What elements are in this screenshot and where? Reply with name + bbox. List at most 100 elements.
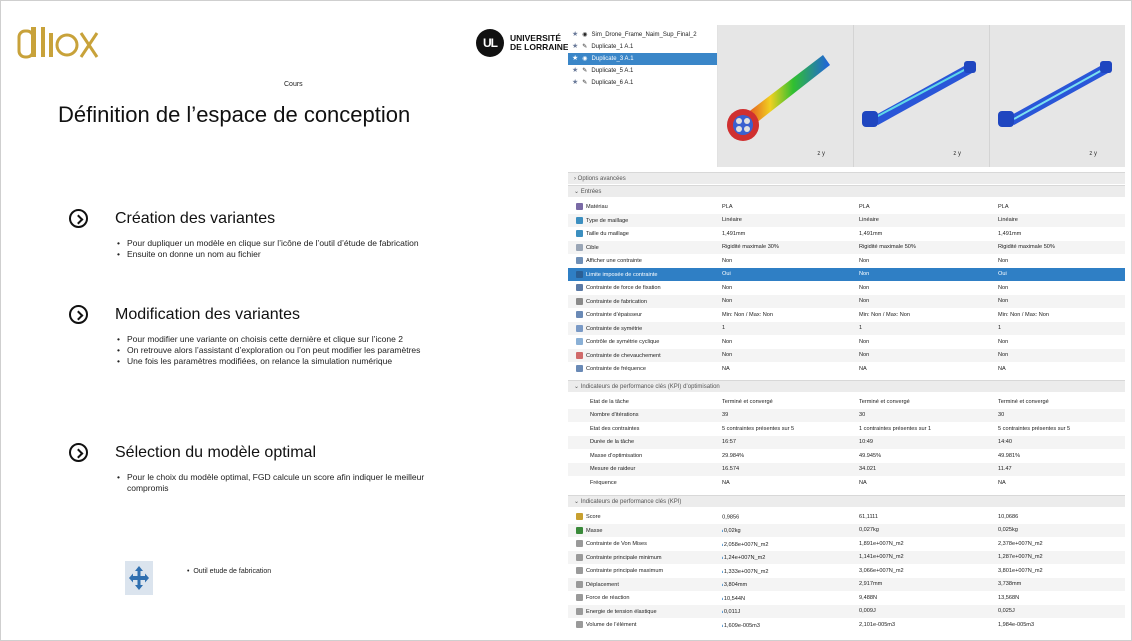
value-cell: 3,738mm [998, 581, 1125, 587]
cell-value: Linéaire [998, 217, 1018, 223]
row-label-cell: Masse d’optimisation [568, 453, 722, 459]
cell-value: Non [722, 352, 733, 358]
entry-row[interactable]: Contrainte de symétrie 1 1 1 [568, 321, 1125, 335]
cell-value: NA [998, 365, 1006, 372]
cell-value: 49.981% [998, 452, 1021, 459]
variant-preview-2[interactable]: z y [854, 25, 990, 167]
kpi-optimisation-bar[interactable]: ⌄ Indicateurs de performance clés (KPI) … [568, 380, 1125, 392]
cell-value: 70,9856 [722, 513, 740, 520]
fgd-comparison-panel: ★ ◉ Sim_Drone_Frame_Naim_Sup_Final_2 ★ ✎ Dup… [568, 25, 1125, 640]
entry-row[interactable]: Contrainte de fabrication Non Non Non [568, 294, 1125, 308]
tree-item-label: Duplicate_3 A.1 [591, 56, 634, 62]
entry-row[interactable]: Contrainte de force de fixation Non Non Non [568, 281, 1125, 294]
tree-item[interactable]: ★ ◉ Sim_Drone_Frame_Naim_Sup_Final_2 [568, 29, 717, 41]
variant-preview-1[interactable]: z y [718, 25, 854, 167]
tree-item[interactable]: ★ ✎ Duplicate_5 A.1 [568, 65, 717, 77]
value-cell: 1 [998, 325, 1125, 331]
kpi-optimisation-row[interactable]: Durée de la tâche 16:57 10:49 14:40 [568, 435, 1125, 449]
cell-value: 61,1111 [859, 513, 878, 520]
row-icon [576, 284, 583, 291]
cell-value: 3,738mm [998, 581, 1022, 587]
row-label-cell: Type de maillage [568, 216, 722, 224]
kpi-row[interactable]: Contrainte de Von Mises ↘2,058e+007N_m21,… [568, 537, 1125, 550]
tool-label: • Outil etude de fabrication [187, 568, 272, 575]
advanced-options-bar[interactable]: › Options avancées [568, 172, 1125, 184]
value-cell: Terminé et convergé [722, 399, 859, 405]
tree-item[interactable]: ★ ✎ Duplicate_6 A.1 [568, 77, 717, 89]
cell-value: 1,491mm [859, 230, 883, 237]
entry-row[interactable]: Matériau PLA PLA PLA [568, 200, 1125, 213]
kpi-optimisation-row[interactable]: Masse d’optimisation 29.984% 49.945% 49.981… [568, 449, 1125, 462]
row-label: Etat de la tâche [590, 398, 629, 405]
kpi-optimisation-row[interactable]: Mesure de raideur 16.574 34.021 11.47 [568, 462, 1125, 476]
cell-value: Rigidité maximale 50% [998, 244, 1055, 250]
kpi-row[interactable]: Contrainte principale maximum ↘1,333e+007… [568, 564, 1125, 577]
kpi-row[interactable]: Contrainte principale minimum ↘1,24e+007N… [568, 550, 1125, 564]
value-cell: 1,287e+007N_m2 [998, 554, 1125, 560]
row-label: Contrôle de symétrie cyclique [586, 338, 660, 345]
row-icon [576, 594, 583, 601]
kpi-optimisation-row[interactable]: Fréquence NA NA NA [568, 476, 1125, 489]
tree-item[interactable]: ★ ✎ Duplicate_1 A.1 [568, 41, 717, 53]
chevron-circle-icon [69, 305, 88, 324]
kpi-bar[interactable]: ⌄ Indicateurs de performance clés (KPI) [568, 495, 1125, 507]
row-icon [576, 257, 583, 264]
kpi-optimisation-row[interactable]: Etat des contraintes 5 contraintes présen… [568, 422, 1125, 435]
axis-triad-icon: z y [1089, 151, 1097, 157]
entry-row[interactable]: Contrôle de symétrie cyclique Non Non Non [568, 335, 1125, 348]
row-label-cell: Volume de l’élément [568, 621, 722, 628]
row-icon [576, 230, 583, 237]
cell-value: Non [722, 257, 733, 264]
tree-item-selected[interactable]: ★ ◉ Duplicate_3 A.1 [568, 53, 717, 65]
row-label-cell: Taille du maillage [568, 230, 722, 237]
row-label-cell: Energie de tension élastique [568, 607, 722, 615]
entries-bar[interactable]: ⌄ Entrées [568, 185, 1125, 197]
university-logo: UL UNIVERSITÉ DE LORRAINE [476, 29, 569, 57]
kpi-row[interactable]: Masse ↘0,02kg0,027kg 0,025kg [568, 523, 1125, 537]
cell-value: 1,609e-005m3 [723, 622, 760, 629]
cell-value: 1 contraintes présentes sur 1 [859, 425, 932, 432]
row-label-cell: Cible [568, 243, 722, 251]
row-icon [576, 297, 583, 305]
row-label: Score [586, 513, 601, 520]
value-cell: Terminé et convergé [859, 399, 998, 405]
cell-value: 3,066e+007N_m2 [859, 567, 904, 574]
value-cell: 5 contraintes présentes sur 5 [722, 426, 859, 432]
row-label: Cible [586, 244, 599, 251]
row-label: Déplacement [586, 581, 619, 588]
kpi-row[interactable]: Score 70,9856 61,1111 10,0686 [568, 510, 1125, 523]
row-icon [576, 580, 583, 588]
row-icon [576, 513, 583, 520]
cell-value: 49.945% [859, 452, 882, 459]
value-cell: Non [998, 339, 1125, 345]
kpi-row[interactable]: Energie de tension élastique ↘0,011J0,009… [568, 604, 1125, 618]
row-label-cell: Contrainte de Von Mises [568, 540, 722, 547]
row-icon [576, 203, 583, 210]
entry-row[interactable]: Type de maillage Linéaire Linéaire Linéaire [568, 213, 1125, 227]
variant-preview-3[interactable]: z y [990, 25, 1125, 167]
entry-row[interactable]: Taille du maillage 1,491mm 1,491mm 1,491mm [568, 227, 1125, 240]
kpi-row[interactable]: Déplacement ↘3,804mm2,917mm 3,738mm [568, 577, 1125, 591]
entry-row[interactable]: Contrainte de chevauchement Non Non Non [568, 348, 1125, 362]
row-label: Limite imposée de contrainte [586, 271, 658, 278]
kpi-optimisation-row[interactable]: Nombre d’itérations 39 30 30 [568, 408, 1125, 422]
value-cell: Non [722, 298, 859, 304]
entry-row[interactable]: Contrainte d’épaisseur Min: Non / Max: No… [568, 308, 1125, 321]
cell-value: NA [859, 479, 867, 486]
cell-value: 30 [998, 412, 1005, 418]
kpi-row[interactable]: Volume de l’élément ↘1,609e-005m32,101e-0… [568, 618, 1125, 631]
cell-value: 5 contraintes présentes sur 5 [722, 425, 795, 432]
entry-row[interactable]: Contrainte de fréquence NA NA NA [568, 362, 1125, 375]
cell-value: Terminé et convergé [722, 398, 773, 405]
kpi-optimisation-row[interactable]: Etat de la tâche Terminé et convergé Termi… [568, 395, 1125, 408]
entry-row[interactable]: Afficher une contrainte Non Non Non [568, 254, 1125, 267]
cell-value: 0,027kg [859, 527, 879, 533]
row-label: Mesure de raideur [590, 466, 636, 472]
value-cell: ↘1,24e+007N_m2 [722, 553, 859, 561]
entry-row[interactable]: Cible Rigidité maximale 30% Rigidité maxim… [568, 240, 1125, 254]
cell-value: Oui [722, 271, 731, 277]
kpi-row[interactable]: Force de réaction ↘10,544N9,488N 13,568N [568, 591, 1125, 604]
pencil-icon: ✎ [582, 80, 588, 86]
entry-row[interactable]: Limite imposée de contrainte Oui Non Oui [568, 267, 1125, 281]
cell-value: Terminé et convergé [998, 398, 1049, 405]
